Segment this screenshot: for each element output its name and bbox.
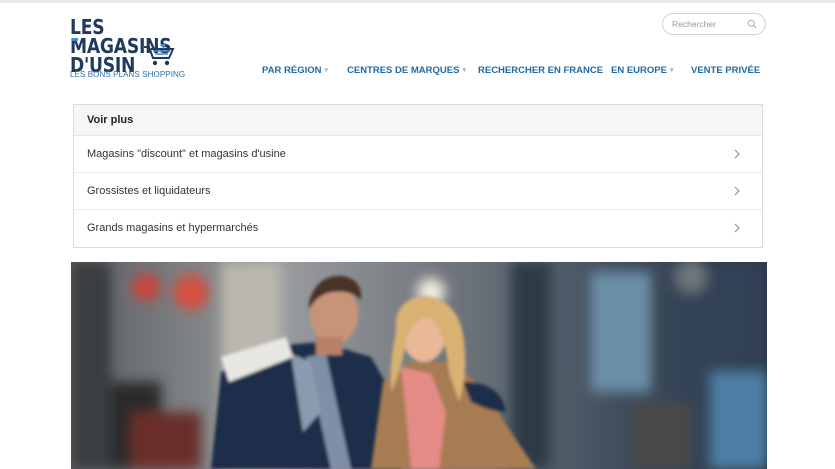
nav-label: VENTE PRIVÉE: [691, 65, 761, 76]
panel-title: Voir plus: [74, 105, 762, 136]
voir-plus-panel: Voir plus Magasins "discount" et magasin…: [73, 104, 763, 248]
chevron-right-icon: [734, 149, 740, 159]
nav-label: EN EUROPE: [611, 65, 667, 76]
list-item-discount[interactable]: Magasins "discount" et magasins d'usine: [74, 136, 762, 173]
list-item-grossistes[interactable]: Grossistes et liquidateurs: [74, 173, 762, 210]
nav-centres-de-marques[interactable]: CENTRES DE MARQUES ▾: [347, 65, 466, 76]
nav-rechercher-en-france[interactable]: RECHERCHER EN FRANCE: [478, 65, 603, 76]
list-item-label: Grands magasins et hypermarchés: [87, 222, 259, 234]
nav-label: PAR RÉGION: [262, 65, 322, 76]
nav-vente-privee[interactable]: VENTE PRIVÉE: [691, 65, 760, 76]
search-input[interactable]: [672, 19, 744, 29]
nav-label: RECHERCHER EN FRANCE: [478, 65, 604, 76]
couple-shopping-photo: [71, 262, 767, 469]
chevron-down-icon: ▾: [669, 67, 674, 74]
chevron-down-icon: ▾: [324, 67, 328, 74]
chevron-down-icon: ▾: [462, 67, 466, 74]
list-item-grands-magasins[interactable]: Grands magasins et hypermarchés: [74, 210, 762, 247]
search-icon[interactable]: [747, 19, 757, 29]
logo-accent-bar: [72, 38, 78, 41]
shopping-cart-icon: [144, 43, 175, 66]
nav-en-europe[interactable]: EN EUROPE ▾: [611, 65, 673, 76]
hero-image: [71, 262, 767, 469]
list-item-label: Magasins "discount" et magasins d'usine: [87, 148, 286, 160]
search-box[interactable]: [662, 13, 766, 35]
logo-tagline: LES BONS PLANS SHOPPING: [70, 70, 186, 79]
chevron-right-icon: [734, 186, 740, 196]
chevron-right-icon: [734, 223, 740, 233]
nav-label: CENTRES DE MARQUES: [347, 65, 460, 76]
nav-par-region[interactable]: PAR RÉGION ▾: [262, 65, 328, 76]
list-item-label: Grossistes et liquidateurs: [87, 185, 211, 197]
top-border: [0, 0, 835, 3]
site-logo[interactable]: LES MAGASINS D'USIN LES BONS PLANS SHOPP…: [70, 16, 190, 82]
